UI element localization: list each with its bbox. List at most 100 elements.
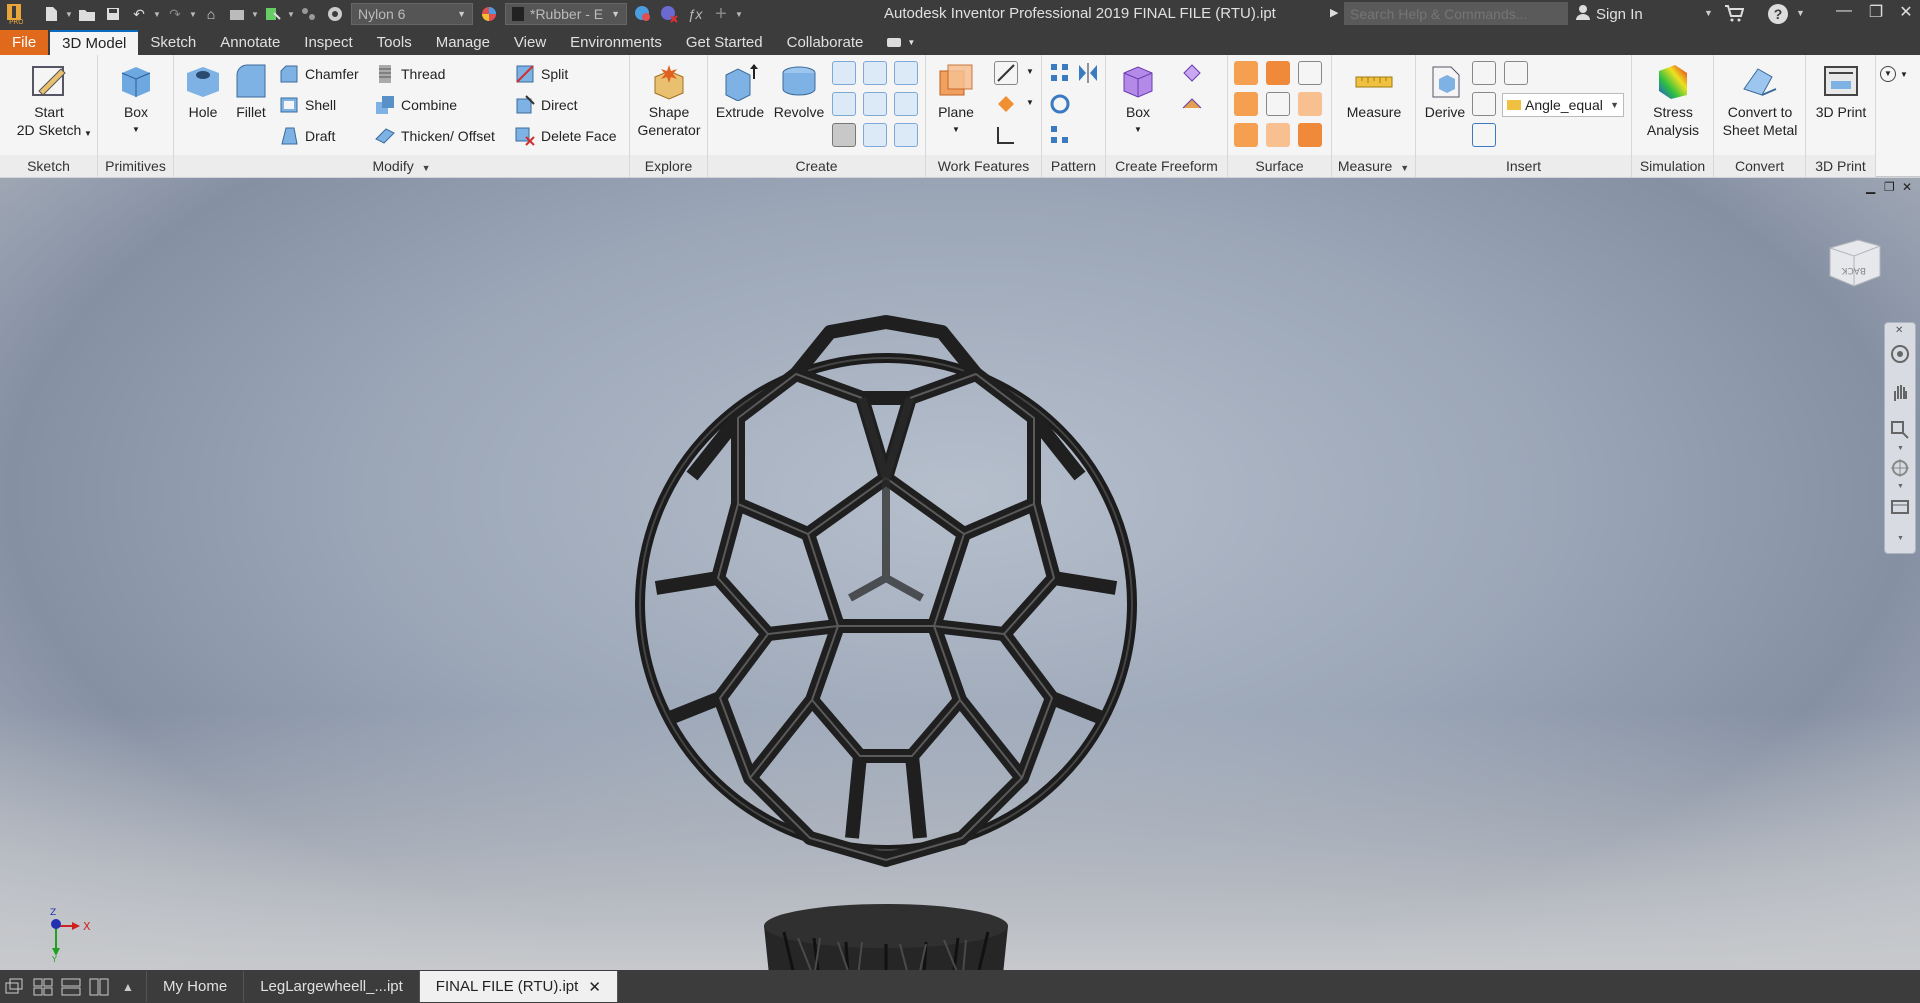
redo-dropdown-caret[interactable]: ▼	[188, 10, 198, 19]
appearance-combo[interactable]: *Rubber - E ▼	[505, 3, 627, 25]
tab-manage[interactable]: Manage	[424, 30, 502, 55]
graphics-viewport[interactable]: ▁ ❐ ✕ BACK ✕ ▼ ▼ ▼ Z X Y	[0, 178, 1920, 970]
viewport-minimize-button[interactable]: ▁	[1866, 180, 1875, 194]
mirror-icon[interactable]	[1076, 61, 1100, 85]
convert-sheet-metal-button[interactable]: Convert to Sheet Metal	[1716, 61, 1804, 139]
revolve-button[interactable]: Revolve	[770, 61, 828, 121]
doc-tab-my-home[interactable]: My Home	[146, 971, 245, 1002]
direct-button[interactable]: Direct	[514, 92, 578, 118]
tile-vertical-icon[interactable]	[88, 977, 112, 997]
open-folder-icon[interactable]	[77, 4, 97, 24]
clear-appearance-icon[interactable]	[659, 4, 679, 24]
close-window-button[interactable]: ✕	[1892, 2, 1920, 24]
fx-parameters-icon[interactable]: ƒx	[685, 4, 705, 24]
sign-in-dropdown-caret[interactable]: ▼	[1704, 8, 1713, 18]
derive-rib-icon[interactable]	[863, 92, 887, 116]
tab-collaborate[interactable]: Collaborate	[775, 30, 876, 55]
coil-icon[interactable]	[894, 61, 918, 85]
patch-icon[interactable]	[1266, 61, 1290, 85]
replace-face-icon[interactable]	[1298, 92, 1322, 116]
start-2d-sketch-button[interactable]: Start 2D Sketch	[8, 61, 90, 139]
save-icon[interactable]	[103, 4, 123, 24]
chamfer-button[interactable]: Chamfer	[278, 61, 359, 87]
tab-tools[interactable]: Tools	[365, 30, 424, 55]
freeform-face-icon[interactable]	[1180, 61, 1204, 85]
close-tab-icon[interactable]: ✕	[588, 978, 601, 996]
panel-title-modify[interactable]: Modify ▼	[174, 155, 629, 177]
filter-icon[interactable]	[299, 4, 319, 24]
cart-icon[interactable]	[1724, 4, 1745, 25]
sweep-icon[interactable]	[832, 61, 856, 85]
viewcube[interactable]: BACK	[1824, 232, 1884, 292]
undo-icon[interactable]: ↶	[129, 4, 149, 24]
chevron-down-icon[interactable]: ▼	[1897, 445, 1904, 452]
search-help-input[interactable]	[1344, 2, 1568, 25]
sign-in-button[interactable]: Sign In	[1576, 4, 1643, 24]
doc-tab-active[interactable]: FINAL FILE (RTU).ipt ✕	[419, 971, 618, 1002]
cascade-windows-icon[interactable]	[4, 977, 28, 997]
combine-button[interactable]: Combine	[374, 92, 457, 118]
ucs-icon[interactable]	[994, 123, 1018, 147]
stitch-icon[interactable]	[1234, 61, 1258, 85]
point-icon[interactable]	[994, 92, 1018, 116]
shell-button[interactable]: Shell	[278, 92, 336, 118]
color-wheel-icon[interactable]	[325, 4, 345, 24]
thread-button[interactable]: Thread	[374, 61, 445, 87]
ribbon-options-button[interactable]: ▼ ▼	[1880, 65, 1914, 83]
sweep-profile-icon[interactable]	[894, 123, 918, 147]
measure-button[interactable]: Measure	[1338, 61, 1410, 121]
viewport-restore-button[interactable]: ❐	[1884, 180, 1895, 194]
viewport-close-button[interactable]: ✕	[1902, 180, 1912, 194]
redo-icon[interactable]: ↷	[165, 4, 185, 24]
tab-sketch[interactable]: Sketch	[138, 30, 208, 55]
boundary-patch-icon[interactable]	[1234, 123, 1258, 147]
draft-button[interactable]: Draft	[278, 123, 335, 149]
chevron-down-icon[interactable]: ▼	[1026, 98, 1034, 107]
appearance-ball-icon[interactable]	[479, 4, 499, 24]
loft-icon[interactable]	[863, 61, 887, 85]
tab-get-started[interactable]: Get Started	[674, 30, 775, 55]
orbit-icon[interactable]	[1889, 457, 1911, 479]
adjust-appearance-icon[interactable]	[633, 4, 653, 24]
tile-windows-icon[interactable]	[32, 977, 56, 997]
coil-stack-icon[interactable]	[832, 123, 856, 147]
split-button[interactable]: Split	[514, 61, 568, 87]
update-icon[interactable]	[227, 4, 247, 24]
freeform-box-button[interactable]: Box ▼	[1114, 61, 1162, 139]
decal-icon[interactable]	[894, 92, 918, 116]
update-dropdown-caret[interactable]: ▼	[250, 10, 260, 19]
ribbon-display-toggle[interactable]: ▼	[875, 30, 927, 55]
tab-annotate[interactable]: Annotate	[208, 30, 292, 55]
tab-view[interactable]: View	[502, 30, 558, 55]
extend-icon[interactable]	[1266, 92, 1290, 116]
navbar-close-icon[interactable]: ✕	[1895, 325, 1903, 336]
parameter-combo[interactable]: Angle_equal ▼	[1502, 93, 1624, 117]
add-icon[interactable]: +	[711, 3, 731, 25]
sketch-driven-pattern-icon[interactable]	[1048, 123, 1072, 147]
chevron-down-icon[interactable]: ▼	[1897, 483, 1904, 490]
plane-button[interactable]: Plane ▼	[932, 61, 980, 139]
zoom-icon[interactable]	[1889, 419, 1911, 441]
repair-bodies-icon[interactable]	[1298, 123, 1322, 147]
home-icon[interactable]: ⌂	[201, 4, 221, 24]
select-icon[interactable]	[263, 4, 283, 24]
panel-title-measure[interactable]: Measure ▼	[1332, 155, 1415, 177]
expand-arrow-icon[interactable]: ▶	[1330, 6, 1338, 19]
chevron-down-icon[interactable]: ▼	[1026, 67, 1034, 76]
tile-horizontal-icon[interactable]	[60, 977, 84, 997]
tab-environments[interactable]: Environments	[558, 30, 674, 55]
tab-inspect[interactable]: Inspect	[292, 30, 364, 55]
buckyball-model[interactable]	[600, 248, 1140, 970]
sculpt-icon[interactable]	[1298, 61, 1322, 85]
emboss-icon[interactable]	[832, 92, 856, 116]
doc-tab[interactable]: LegLargewheell_...ipt	[244, 971, 420, 1002]
inventor-logo-icon[interactable]: PRO	[4, 4, 24, 25]
circular-pattern-icon[interactable]	[1048, 92, 1072, 116]
material-combo[interactable]: Nylon 6 ▼	[351, 3, 473, 25]
convert-freeform-icon[interactable]	[1180, 92, 1204, 116]
new-file-icon[interactable]	[41, 4, 61, 24]
delete-face-button[interactable]: Delete Face	[514, 123, 616, 149]
customize-qat-caret[interactable]: ▼	[734, 10, 744, 19]
import-icon[interactable]	[1472, 61, 1496, 85]
minimize-window-button[interactable]: —	[1830, 2, 1858, 24]
